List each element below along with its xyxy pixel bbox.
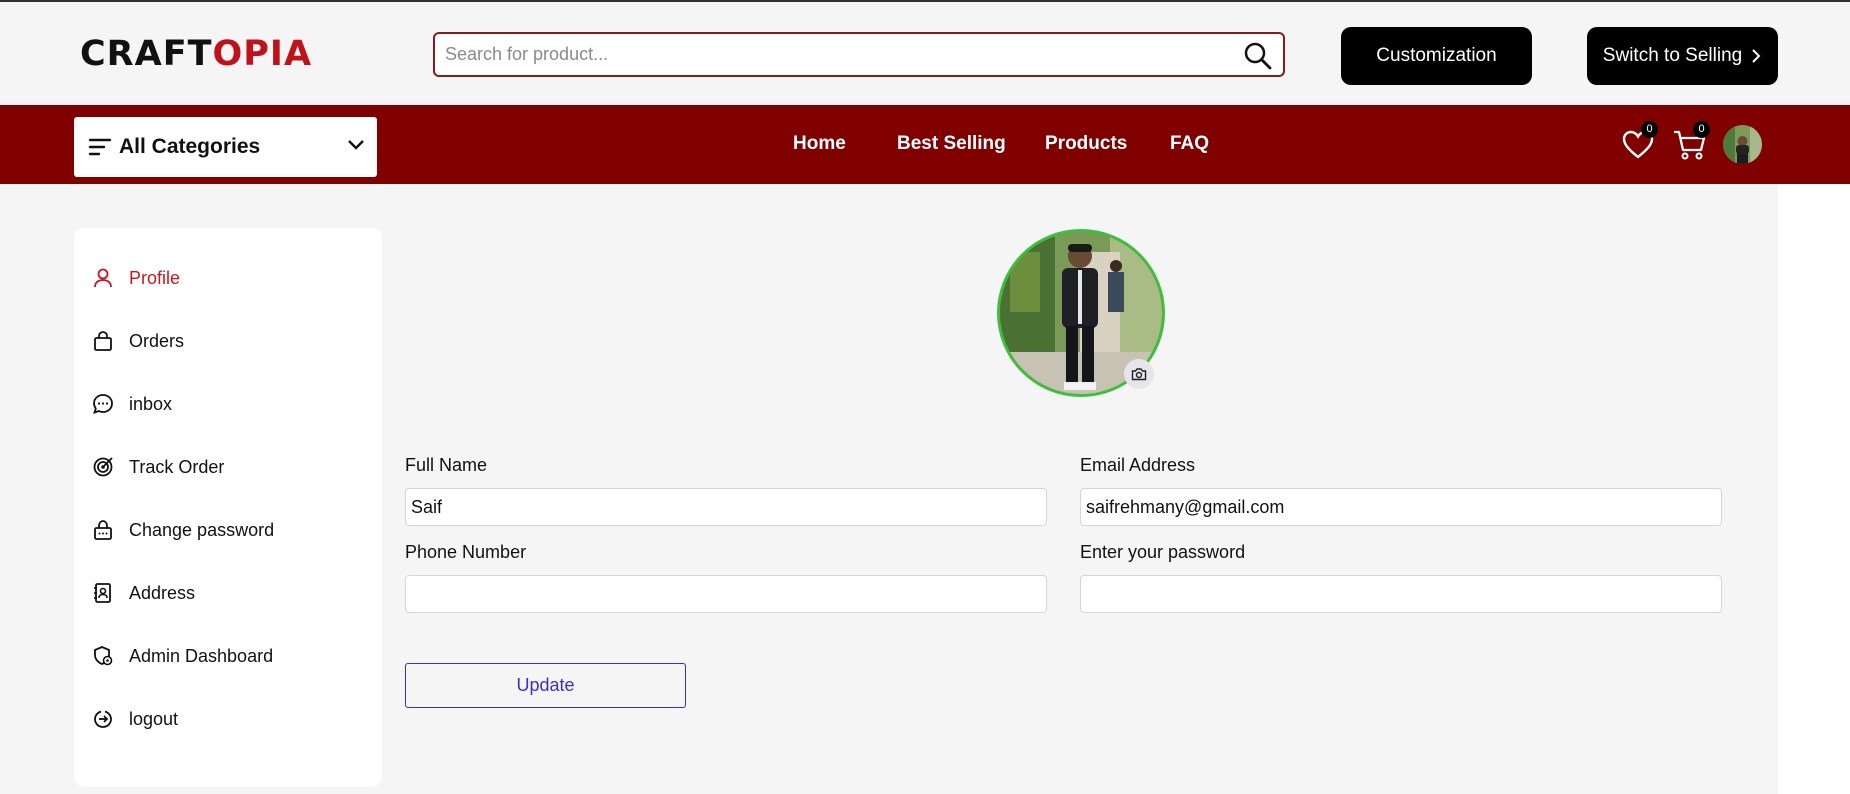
profile-avatar <box>997 229 1165 397</box>
top-header: CRAFTOPIA Customization Switch to Sellin… <box>0 4 1850 105</box>
search-bar <box>433 32 1285 77</box>
email-input[interactable] <box>1080 488 1722 526</box>
user-avatar[interactable] <box>1723 125 1762 164</box>
track-icon <box>93 457 113 477</box>
address-book-icon <box>94 583 111 603</box>
nav-link-faq[interactable]: FAQ <box>1170 133 1209 155</box>
right-page-edge <box>1778 184 1850 794</box>
sidebar-item-label: Address <box>129 582 196 603</box>
chat-icon <box>93 394 113 414</box>
sidebar-item-label: Change password <box>129 519 275 540</box>
avatar-photo <box>1723 125 1762 164</box>
phone-input[interactable] <box>405 575 1047 613</box>
customization-button[interactable]: Customization <box>1341 27 1532 85</box>
nav-link-home[interactable]: Home <box>793 133 846 155</box>
search-input[interactable] <box>445 42 1215 67</box>
bag-icon <box>94 331 112 351</box>
sidebar-item-address[interactable]: Address <box>92 578 195 608</box>
wishlist-button[interactable]: 0 <box>1620 121 1658 163</box>
sidebar-item-label: Profile <box>129 267 181 288</box>
camera-icon <box>1131 368 1147 381</box>
sidebar-item-admin-dashboard[interactable]: Admin Dashboard <box>92 641 273 671</box>
change-photo-button[interactable] <box>1124 359 1154 389</box>
switch-to-selling-button[interactable]: Switch to Selling <box>1587 27 1778 85</box>
sidebar-item-label: Orders <box>129 330 185 351</box>
customization-label: Customization <box>1376 45 1497 66</box>
nav-link-best-selling[interactable]: Best Selling <box>897 133 1006 155</box>
sidebar-item-profile[interactable]: Profile <box>92 263 180 293</box>
sidebar-item-label: Track Order <box>129 456 225 477</box>
password-input[interactable] <box>1080 575 1722 613</box>
admin-icon <box>94 646 113 666</box>
logo-text-opia: OPIA <box>212 34 313 74</box>
sidebar-item-label: inbox <box>129 393 173 414</box>
switch-to-selling-label: Switch to Selling <box>1602 45 1743 66</box>
chevron-right-icon <box>1752 49 1761 63</box>
logout-icon <box>94 710 112 728</box>
email-label: Email Address <box>1080 455 1196 475</box>
sidebar-item-change-password[interactable]: Change password <box>92 515 274 545</box>
sidebar-item-inbox[interactable]: inbox <box>92 389 172 419</box>
sidebar-item-orders[interactable]: Orders <box>92 326 184 356</box>
full-name-label: Full Name <box>405 455 488 475</box>
main-nav-bar: All Categories Home Best Selling Product… <box>0 105 1850 184</box>
search-icon[interactable] <box>1243 41 1273 71</box>
phone-label: Phone Number <box>405 542 527 562</box>
lock-icon <box>94 520 112 540</box>
sidebar-item-label: Admin Dashboard <box>129 645 274 666</box>
password-label: Enter your password <box>1080 542 1246 562</box>
wishlist-count-badge: 0 <box>1641 121 1658 138</box>
nav-links: Home Best Selling Products FAQ <box>0 105 1850 184</box>
sidebar-item-track-order[interactable]: Track Order <box>92 452 224 482</box>
update-button[interactable]: Update <box>405 663 686 708</box>
cart-count-badge: 0 <box>1693 121 1710 138</box>
craftopia-logo[interactable]: CRAFTOPIA <box>80 34 312 74</box>
cart-button[interactable]: 0 <box>1672 121 1710 163</box>
sidebar-item-label: logout <box>129 708 179 729</box>
profile-sidebar: Profile Orders inbox Track Order Change … <box>74 228 382 787</box>
sidebar-item-logout[interactable]: logout <box>92 704 178 734</box>
nav-link-products[interactable]: Products <box>1045 133 1127 155</box>
user-icon <box>94 268 112 288</box>
full-name-input[interactable] <box>405 488 1047 526</box>
logo-text-craft: CRAFT <box>80 34 213 74</box>
